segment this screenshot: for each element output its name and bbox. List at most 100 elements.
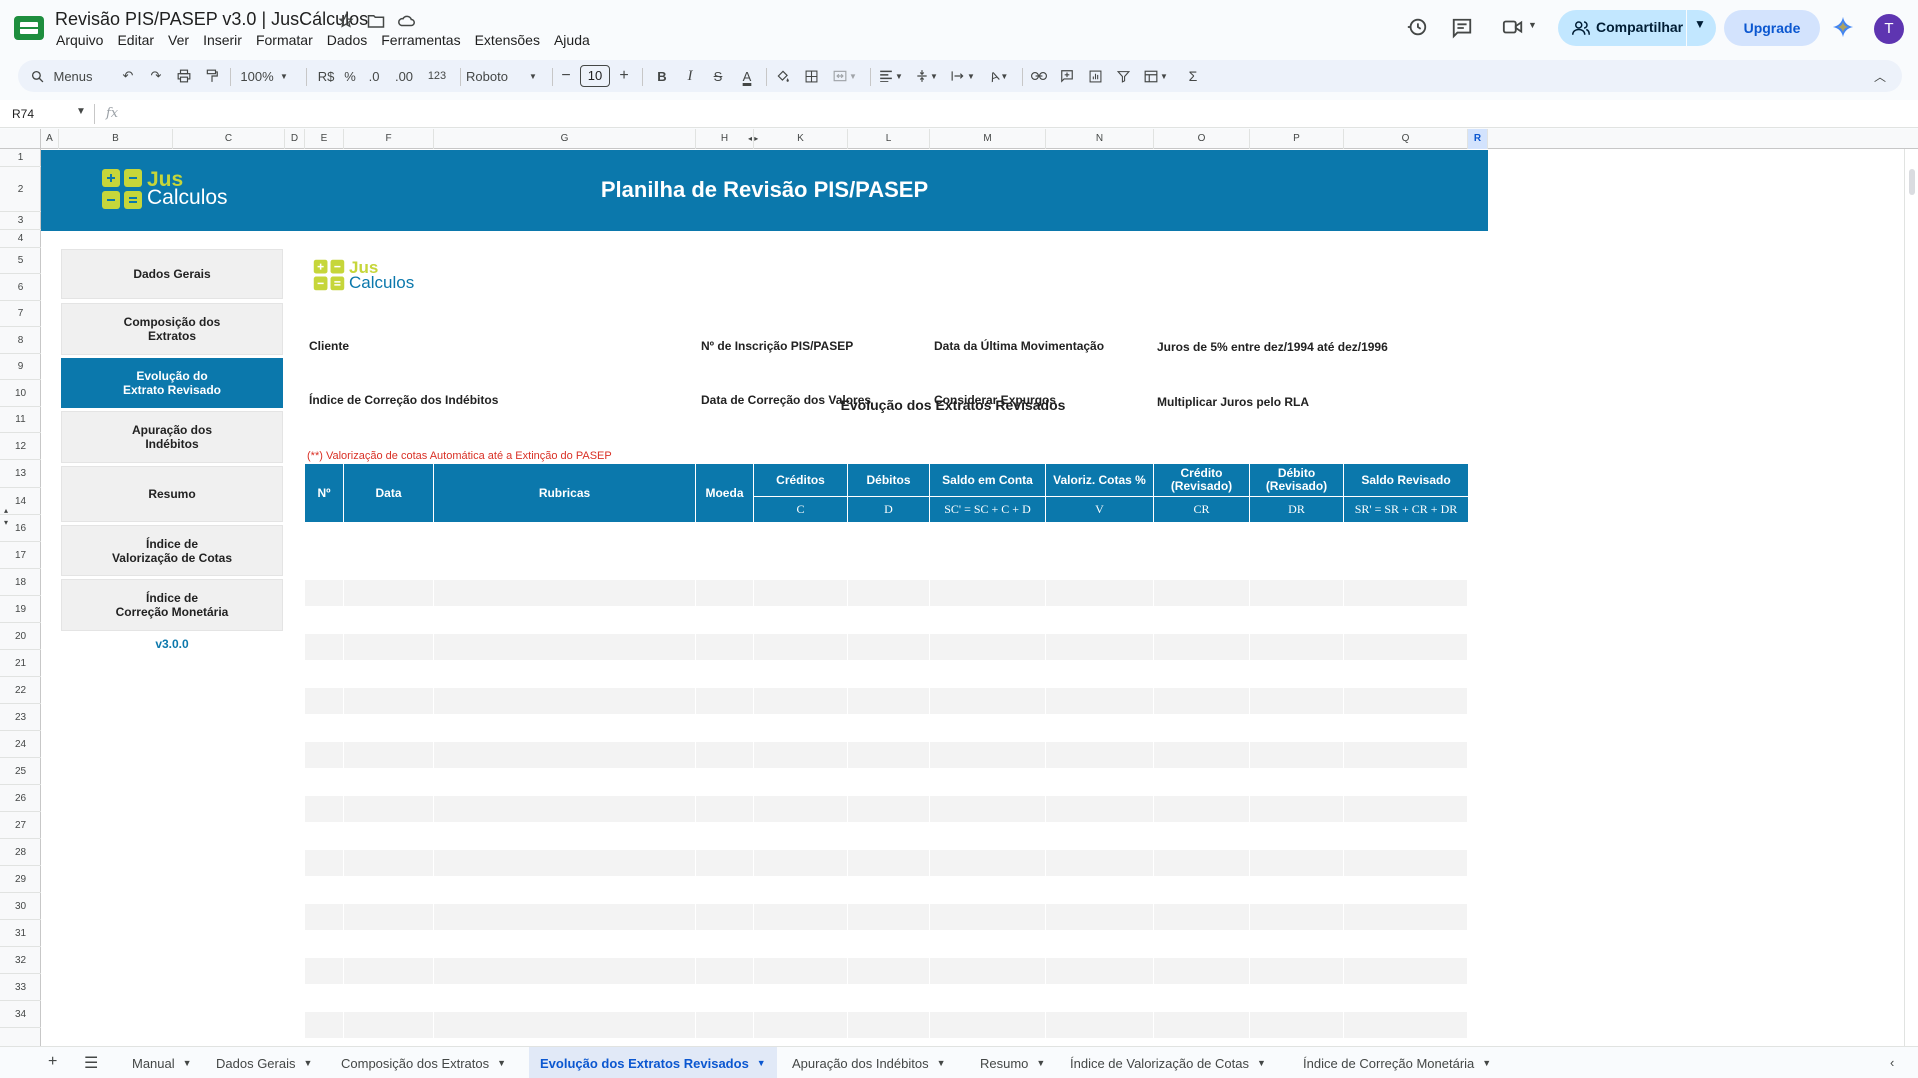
table-cell[interactable]: [930, 796, 1046, 822]
menu-arquivo[interactable]: Arquivo: [56, 32, 103, 48]
nav-evolucao-extrato[interactable]: Evolução do Extrato Revisado: [61, 358, 283, 408]
table-cell[interactable]: [344, 688, 434, 714]
column-header[interactable]: Q: [1344, 129, 1468, 149]
row-header[interactable]: 31: [0, 920, 41, 947]
table-cell[interactable]: [344, 634, 434, 660]
table-cell[interactable]: [1250, 796, 1344, 822]
row-header[interactable]: 17: [0, 542, 41, 569]
column-header[interactable]: P: [1250, 129, 1344, 149]
sheet-tab-evolucao[interactable]: Evolução dos Extratos Revisados ▼: [529, 1047, 777, 1078]
meet-dropdown-icon[interactable]: ▼: [1528, 20, 1537, 30]
scroll-thumb[interactable]: [1909, 169, 1915, 195]
text-rotation-icon[interactable]: A ▼: [984, 60, 1014, 92]
column-header[interactable]: M: [930, 129, 1046, 149]
column-header[interactable]: H: [696, 129, 754, 149]
row-header[interactable]: 21: [0, 650, 41, 677]
table-cell[interactable]: [1046, 904, 1154, 930]
header-creditos[interactable]: Créditos: [754, 464, 848, 496]
formula-input[interactable]: [130, 106, 1830, 122]
spreadsheet-grid[interactable]: A B C D E F G H K L M N O P Q R ◂ ▸ 1 2 …: [0, 129, 1918, 1046]
table-cell[interactable]: [754, 580, 848, 606]
insert-chart-icon[interactable]: [1084, 60, 1106, 92]
table-cell[interactable]: [1046, 580, 1154, 606]
increase-font-size-button[interactable]: +: [616, 60, 632, 92]
name-box-dropdown-icon[interactable]: ▼: [76, 106, 86, 117]
table-cell[interactable]: [1154, 904, 1250, 930]
table-cell[interactable]: [848, 958, 930, 984]
subheader-d[interactable]: D: [848, 496, 930, 522]
column-header[interactable]: C: [173, 129, 285, 149]
table-cell[interactable]: [1344, 580, 1468, 606]
row-header[interactable]: 26: [0, 785, 41, 812]
table-cell[interactable]: [848, 688, 930, 714]
subheader-cr[interactable]: CR: [1154, 496, 1250, 522]
nav-apuracao-indebitos[interactable]: Apuração dos Indébitos: [61, 411, 283, 463]
sheet-tab-indice-valorizacao[interactable]: Índice de Valorização de Cotas ▼: [1058, 1047, 1278, 1078]
table-cell[interactable]: [1344, 688, 1468, 714]
text-wrapping-icon[interactable]: ▼: [948, 60, 978, 92]
table-row[interactable]: [305, 580, 1468, 606]
menu-extensoes[interactable]: Extensões: [475, 32, 540, 48]
table-cell[interactable]: [1344, 742, 1468, 768]
table-cell[interactable]: [434, 904, 696, 930]
avatar[interactable]: T: [1874, 14, 1904, 44]
table-cell[interactable]: [696, 580, 754, 606]
row-header[interactable]: 34: [0, 1001, 41, 1028]
table-cell[interactable]: [754, 796, 848, 822]
font-select[interactable]: Roboto: [466, 60, 526, 92]
table-cell[interactable]: [434, 688, 696, 714]
table-cell[interactable]: [1344, 850, 1468, 876]
table-cell[interactable]: [696, 634, 754, 660]
all-sheets-icon[interactable]: ☰: [84, 1053, 98, 1073]
document-title[interactable]: Revisão PIS/PASEP v3.0 | JusCálculos: [55, 9, 368, 30]
table-cell[interactable]: [1344, 634, 1468, 660]
menu-ferramentas[interactable]: Ferramentas: [381, 32, 460, 48]
table-cell[interactable]: [696, 850, 754, 876]
table-cell[interactable]: [930, 1012, 1046, 1038]
table-cell[interactable]: [1250, 580, 1344, 606]
move-folder-icon[interactable]: [366, 11, 386, 31]
table-cell[interactable]: [1344, 796, 1468, 822]
print-icon[interactable]: [174, 60, 194, 92]
select-all-corner[interactable]: [0, 129, 41, 149]
row-header[interactable]: 7: [0, 301, 41, 327]
table-cell[interactable]: [1154, 796, 1250, 822]
percent-format-button[interactable]: %: [342, 60, 358, 92]
insert-comment-icon[interactable]: [1056, 60, 1078, 92]
collapse-toolbar-icon[interactable]: ︿: [1870, 60, 1890, 92]
star-icon[interactable]: [336, 11, 356, 31]
row-header[interactable]: 2: [0, 167, 41, 212]
row-header[interactable]: 13: [0, 460, 41, 488]
header-saldo-conta[interactable]: Saldo em Conta: [930, 464, 1046, 496]
table-cell[interactable]: [848, 796, 930, 822]
sheet-tab-manual[interactable]: Manual ▼: [120, 1047, 204, 1078]
share-dropdown-icon[interactable]: ▼: [1694, 17, 1706, 31]
sheet-tab-dados-gerais[interactable]: Dados Gerais ▼: [204, 1047, 324, 1078]
search-icon[interactable]: [30, 60, 44, 92]
menu-ajuda[interactable]: Ajuda: [554, 32, 590, 48]
increase-decimals-button[interactable]: .00: [390, 60, 418, 92]
horizontal-align-icon[interactable]: ▼: [876, 60, 906, 92]
table-cell[interactable]: [1154, 580, 1250, 606]
row-header[interactable]: 28: [0, 839, 41, 866]
menu-inserir[interactable]: Inserir: [203, 32, 242, 48]
table-cell[interactable]: [1046, 634, 1154, 660]
fill-color-icon[interactable]: [774, 60, 792, 92]
table-cell[interactable]: [1154, 1012, 1250, 1038]
table-cell[interactable]: [1344, 1012, 1468, 1038]
table-cell[interactable]: [1344, 958, 1468, 984]
table-cell[interactable]: [434, 742, 696, 768]
table-cell[interactable]: [754, 634, 848, 660]
subheader-sr[interactable]: SR' = SR + CR + DR: [1344, 496, 1468, 522]
table-row[interactable]: [305, 904, 1468, 930]
row-header[interactable]: 32: [0, 947, 41, 974]
table-row[interactable]: [305, 688, 1468, 714]
row-header[interactable]: 19: [0, 596, 41, 623]
table-cell[interactable]: [848, 850, 930, 876]
table-cell[interactable]: [754, 958, 848, 984]
table-cell[interactable]: [1250, 688, 1344, 714]
font-dropdown-icon[interactable]: ▼: [526, 60, 540, 92]
table-cell[interactable]: [930, 634, 1046, 660]
hidden-columns-arrows-icon[interactable]: ◂ ▸: [748, 134, 758, 143]
table-cell[interactable]: [696, 742, 754, 768]
